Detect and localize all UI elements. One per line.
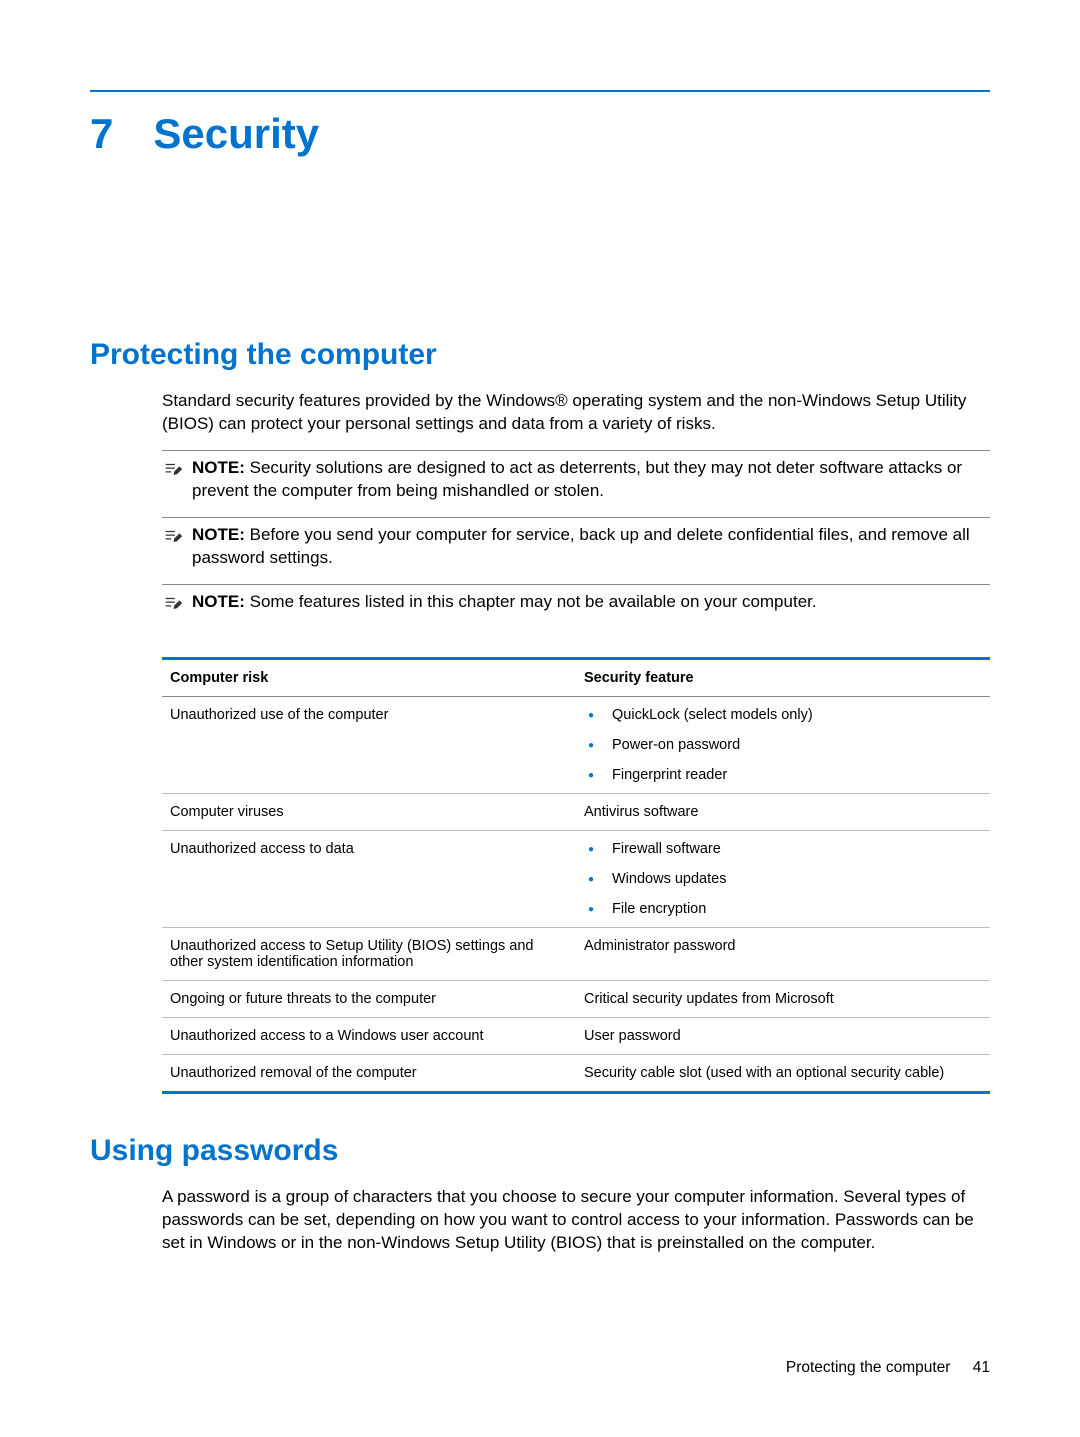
table-header-risk: Computer risk — [162, 658, 576, 696]
chapter-number: 7 — [90, 110, 113, 158]
feature-list-item: Fingerprint reader — [584, 767, 982, 783]
note-block: NOTE: Some features listed in this chapt… — [162, 584, 990, 623]
section2-paragraph: A password is a group of characters that… — [162, 1186, 990, 1255]
feature-list: QuickLock (select models only)Power-on p… — [584, 707, 982, 783]
feature-cell: Firewall softwareWindows updatesFile enc… — [576, 830, 990, 927]
note-text: NOTE: Some features listed in this chapt… — [192, 591, 990, 614]
table-header-feature: Security feature — [576, 658, 990, 696]
risk-cell: Unauthorized access to data — [162, 830, 576, 927]
table-row: Unauthorized access to Setup Utility (BI… — [162, 927, 990, 980]
feature-list-item: Firewall software — [584, 841, 982, 871]
page-footer: Protecting the computer 41 — [786, 1359, 990, 1377]
risk-cell: Unauthorized access to a Windows user ac… — [162, 1017, 576, 1054]
note-icon-wrap — [162, 526, 184, 548]
note-body: Security solutions are designed to act a… — [192, 458, 962, 500]
feature-list-item: Windows updates — [584, 871, 982, 901]
note-text: NOTE: Security solutions are designed to… — [192, 457, 990, 503]
note-icon-wrap — [162, 593, 184, 615]
note-body: Some features listed in this chapter may… — [245, 592, 817, 611]
note-block: NOTE: Before you send your computer for … — [162, 517, 990, 578]
table-row: Unauthorized access to dataFirewall soft… — [162, 830, 990, 927]
table-row: Unauthorized removal of the computerSecu… — [162, 1054, 990, 1092]
note-icon — [162, 459, 184, 481]
table-row: Computer virusesAntivirus software — [162, 793, 990, 830]
table-row: Unauthorized use of the computerQuickLoc… — [162, 696, 990, 793]
feature-list-item: File encryption — [584, 901, 982, 917]
feature-cell: Antivirus software — [576, 793, 990, 830]
footer-page-number: 41 — [973, 1359, 990, 1376]
note-text: NOTE: Before you send your computer for … — [192, 524, 990, 570]
feature-list-item: Power-on password — [584, 737, 982, 767]
feature-cell: Administrator password — [576, 927, 990, 980]
feature-cell: QuickLock (select models only)Power-on p… — [576, 696, 990, 793]
feature-list: Firewall softwareWindows updatesFile enc… — [584, 841, 982, 917]
note-icon — [162, 526, 184, 548]
risk-feature-table: Computer risk Security feature Unauthori… — [162, 657, 990, 1094]
chapter-title: Security — [153, 110, 319, 158]
risk-cell: Ongoing or future threats to the compute… — [162, 980, 576, 1017]
section-heading-protecting: Protecting the computer — [90, 338, 990, 372]
feature-cell: User password — [576, 1017, 990, 1054]
note-label: NOTE: — [192, 525, 245, 544]
feature-cell: Security cable slot (used with an option… — [576, 1054, 990, 1092]
table-row: Ongoing or future threats to the compute… — [162, 980, 990, 1017]
note-icon-wrap — [162, 459, 184, 481]
chapter-heading: 7 Security — [90, 110, 990, 158]
section1-paragraph: Standard security features provided by t… — [162, 390, 990, 436]
note-block: NOTE: Security solutions are designed to… — [162, 450, 990, 511]
note-icon — [162, 593, 184, 615]
note-label: NOTE: — [192, 592, 245, 611]
risk-cell: Computer viruses — [162, 793, 576, 830]
footer-section-name: Protecting the computer — [786, 1359, 951, 1376]
note-label: NOTE: — [192, 458, 245, 477]
feature-cell: Critical security updates from Microsoft — [576, 980, 990, 1017]
note-body: Before you send your computer for servic… — [192, 525, 970, 567]
risk-cell: Unauthorized use of the computer — [162, 696, 576, 793]
feature-list-item: QuickLock (select models only) — [584, 707, 982, 737]
risk-cell: Unauthorized removal of the computer — [162, 1054, 576, 1092]
table-row: Unauthorized access to a Windows user ac… — [162, 1017, 990, 1054]
section-heading-passwords: Using passwords — [90, 1134, 990, 1168]
risk-cell: Unauthorized access to Setup Utility (BI… — [162, 927, 576, 980]
